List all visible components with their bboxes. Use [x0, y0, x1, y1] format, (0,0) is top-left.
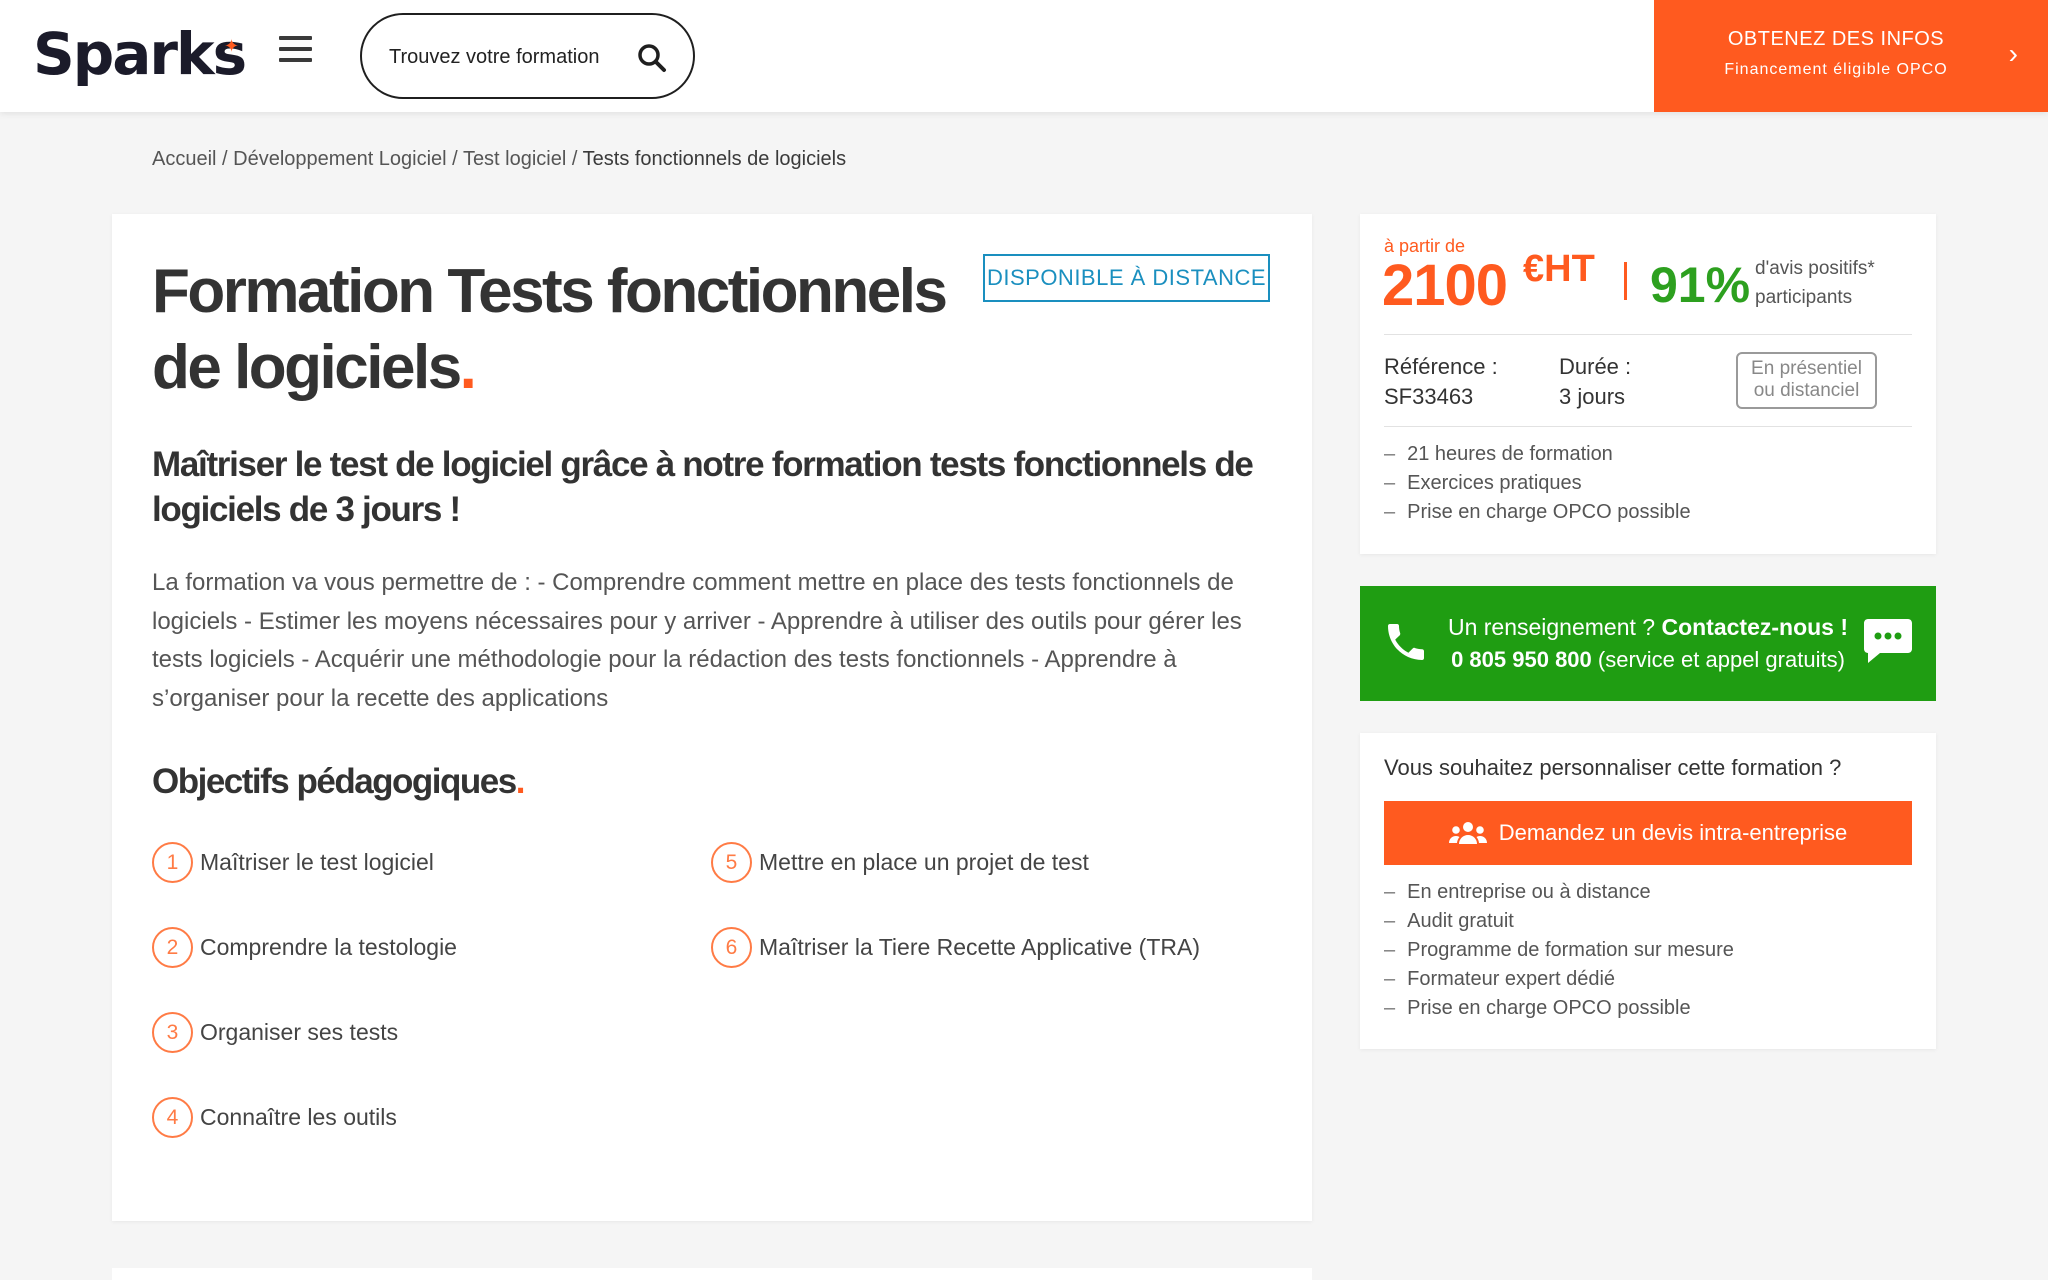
remote-available-badge: DISPONIBLE À DISTANCE	[983, 254, 1270, 302]
page-title: Formation Tests fonctionnels de logiciel…	[152, 254, 972, 406]
objective-item: 4 Connaître les outils	[152, 1096, 397, 1138]
title-line-2: de logiciels	[152, 333, 462, 402]
contact-text-line-1: Un renseignement ? Contactez-nous !	[1360, 614, 1936, 641]
customize-features-list: En entreprise ou à distance Audit gratui…	[1384, 878, 1734, 1023]
objective-number: 6	[711, 926, 752, 968]
price-card: à partir de 2100 €HT 91% d'avis positifs…	[1360, 214, 1936, 554]
divider	[1384, 426, 1912, 427]
hamburger-menu-icon[interactable]	[279, 36, 312, 62]
delivery-mode-badge: En présentiel ou distanciel	[1736, 352, 1877, 409]
course-subtitle: Maîtriser le test de logiciel grâce à no…	[152, 445, 1254, 529]
objective-label: Connaître les outils	[200, 1103, 397, 1130]
list-item: Programme de formation sur mesure	[1384, 936, 1734, 965]
objective-number: 4	[152, 1096, 193, 1138]
search-input[interactable]	[389, 39, 619, 75]
get-info-label: OBTENEZ DES INFOS	[1727, 28, 1945, 50]
request-quote-button[interactable]: Demandez un devis intra-entreprise	[1384, 801, 1912, 865]
users-icon	[1448, 822, 1487, 844]
chat-icon[interactable]	[1862, 617, 1914, 667]
objective-label: Comprendre la testologie	[200, 933, 457, 960]
list-item: En entreprise ou à distance	[1384, 878, 1734, 907]
objective-label: Maîtriser le test logiciel	[200, 848, 434, 875]
objective-item: 5 Mettre en place un projet de test	[711, 841, 1089, 883]
delivery-mode-line-1: En présentiel	[1751, 358, 1862, 379]
reference-value: SF33463	[1384, 384, 1474, 409]
sparks-logo[interactable]: Sparks	[33, 20, 247, 88]
search-bar	[360, 13, 695, 99]
phone-note: (service et appel gratuits)	[1597, 647, 1845, 672]
site-header: Sparks ✦ OBTENEZ DES INFOS Financement é…	[0, 0, 2048, 112]
contact-text-line-2: 0 805 950 800 (service et appel gratuits…	[1360, 647, 1936, 673]
breadcrumb-home[interactable]: Accueil	[152, 148, 216, 170]
contact-banner[interactable]: Un renseignement ? Contactez-nous ! 0 80…	[1360, 586, 1936, 701]
course-intro: La formation va vous permettre de : - Co…	[152, 569, 1242, 712]
breadcrumb-software-dev[interactable]: Développement Logiciel	[233, 148, 446, 170]
objective-label: Mettre en place un projet de test	[759, 848, 1089, 875]
customize-card: Vous souhaitez personnaliser cette forma…	[1360, 733, 1936, 1049]
objectives-heading-text: Objectifs pédagogiques	[152, 762, 517, 801]
list-item: Prise en charge OPCO possible	[1384, 498, 1690, 527]
breadcrumb-software-test[interactable]: Test logiciel	[463, 148, 566, 170]
duration-info: Durée : 3 jours	[1559, 352, 1631, 412]
reference-info: Référence : SF33463	[1384, 352, 1498, 412]
reference-label: Référence :	[1384, 354, 1498, 379]
objective-number: 1	[152, 841, 193, 883]
divider	[1384, 334, 1912, 335]
objective-label: Maîtriser la Tiere Recette Applicative (…	[759, 933, 1200, 960]
list-item: Audit gratuit	[1384, 907, 1734, 936]
price-currency: €HT	[1523, 248, 1595, 290]
list-item: 21 heures de formation	[1384, 440, 1691, 469]
next-section-card	[112, 1268, 1312, 1280]
objectives-heading-dot: .	[515, 762, 526, 801]
get-info-button[interactable]: OBTENEZ DES INFOS Financement éligible O…	[1654, 0, 2048, 112]
objective-item: 6 Maîtriser la Tiere Recette Applicative…	[711, 926, 1200, 968]
objective-item: 1 Maîtriser le test logiciel	[152, 841, 434, 883]
satisfaction-label: d'avis positifs* participants	[1755, 254, 1875, 312]
objective-number: 5	[711, 841, 752, 883]
course-main-card: DISPONIBLE À DISTANCE Formation Tests fo…	[112, 214, 1312, 1221]
customize-question: Vous souhaitez personnaliser cette forma…	[1384, 755, 1842, 780]
breadcrumb-separator: /	[446, 148, 463, 170]
logo-star-icon: ✦	[224, 36, 240, 56]
breadcrumb-separator: /	[566, 148, 583, 170]
objective-number: 2	[152, 926, 193, 968]
phone-number[interactable]: 0 805 950 800	[1451, 647, 1592, 672]
delivery-mode-line-2: ou distanciel	[1753, 380, 1860, 401]
list-item: Exercices pratiques	[1384, 469, 1691, 498]
course-features-list: 21 heures de formation Exercices pratiqu…	[1384, 440, 1691, 527]
contact-us-link[interactable]: Contactez-nous !	[1661, 614, 1848, 640]
objective-item: 3 Organiser ses tests	[152, 1011, 398, 1053]
objective-label: Organiser ses tests	[200, 1018, 399, 1045]
search-icon[interactable]	[637, 43, 667, 73]
satisfaction-label-line-1: d'avis positifs*	[1755, 258, 1875, 279]
breadcrumb-current: Tests fonctionnels de logiciels	[582, 148, 847, 170]
request-quote-label: Demandez un devis intra-entreprise	[1498, 820, 1848, 845]
satisfaction-percent: 91%	[1650, 257, 1751, 313]
contact-question: Un renseignement ?	[1447, 614, 1656, 640]
price-value: 2100	[1382, 253, 1508, 318]
opco-financing-label: Financement éligible OPCO	[1724, 61, 1948, 78]
title-line-1: Formation Tests fonctionnels	[152, 257, 948, 326]
chevron-right-icon: ›	[2008, 38, 2018, 69]
breadcrumb: Accueil / Développement Logiciel / Test …	[152, 148, 846, 171]
title-dot: .	[459, 333, 477, 402]
duration-label: Durée :	[1559, 354, 1632, 379]
breadcrumb-separator: /	[216, 148, 234, 170]
price-divider	[1624, 262, 1627, 300]
duration-value: 3 jours	[1559, 384, 1626, 409]
list-item: Prise en charge OPCO possible	[1384, 994, 1734, 1023]
objective-number: 3	[152, 1011, 193, 1053]
list-item: Formateur expert dédié	[1384, 965, 1734, 994]
satisfaction-label-line-2: participants	[1755, 287, 1853, 308]
objectives-heading: Objectifs pédagogiques.	[152, 762, 526, 802]
objective-item: 2 Comprendre la testologie	[152, 926, 457, 968]
